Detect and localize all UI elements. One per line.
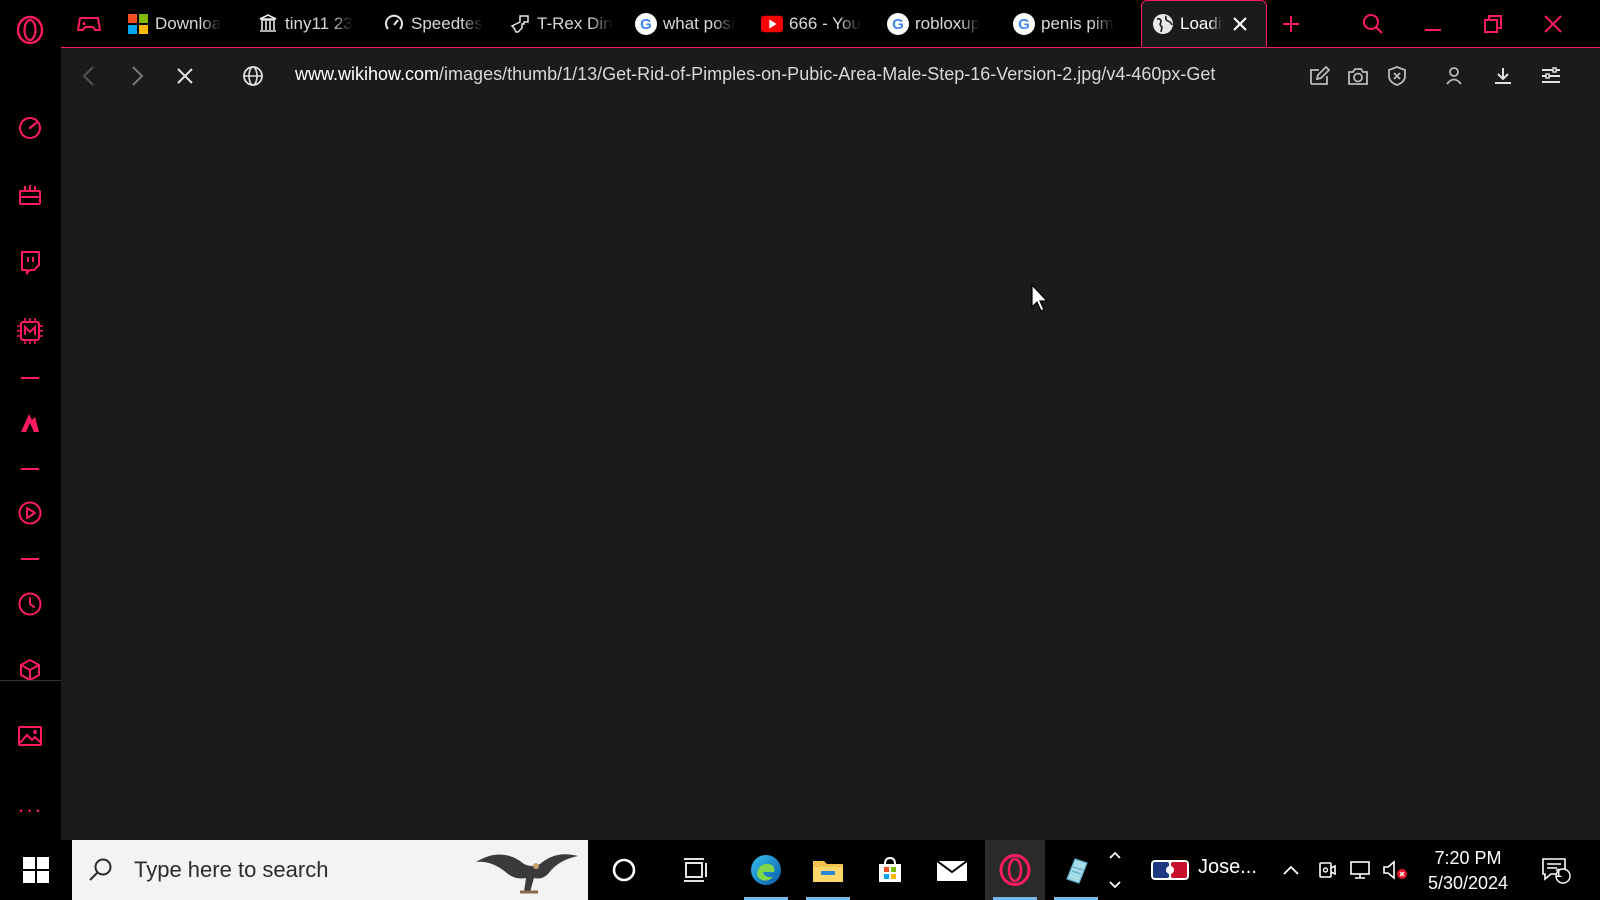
opera-logo-icon[interactable] <box>10 10 50 50</box>
clock-date: 5/30/2024 <box>1427 873 1509 893</box>
sidebar-separator <box>21 468 39 470</box>
page-content-area[interactable] <box>61 105 1600 840</box>
cortana-icon[interactable] <box>594 840 654 900</box>
address-bar: www.wikihow.com/images/thumb/1/13/Get-Ri… <box>61 47 1600 105</box>
minimize-button[interactable] <box>1411 0 1455 47</box>
history-icon[interactable] <box>10 584 50 624</box>
taskbar-user-label[interactable]: Jose... <box>1198 856 1257 879</box>
tab-label: 666 - You <box>789 13 861 33</box>
tab[interactable]: Speedtes <box>383 0 503 47</box>
trex-icon <box>509 13 531 35</box>
taskbar-clock[interactable]: 7:20 PM 5/30/2024 <box>1408 846 1528 896</box>
google-icon: G <box>635 12 657 35</box>
tab-label: tiny11 23 <box>285 13 353 33</box>
youtube-icon <box>761 13 783 35</box>
notification-center-icon[interactable]: 1 <box>1536 854 1576 886</box>
sidebar-separator <box>21 377 39 379</box>
wallpaper-icon[interactable] <box>10 716 50 756</box>
microsoft-logo-icon <box>127 13 149 35</box>
file-explorer-icon[interactable] <box>798 840 858 900</box>
url-field[interactable]: www.wikihow.com/images/thumb/1/13/Get-Ri… <box>295 64 1371 90</box>
tab[interactable]: G penis pim <box>1013 0 1133 47</box>
edit-snapshot-icon[interactable] <box>1301 58 1337 94</box>
ad-blocker-icon[interactable] <box>1379 58 1415 94</box>
camera-tray-icon[interactable] <box>1312 854 1342 886</box>
tab-bar: Downloa tiny11 23 Speedtes T-Rex Din G w… <box>61 0 1600 47</box>
tab[interactable]: Downloa <box>127 0 247 47</box>
speedtest-icon <box>383 13 405 35</box>
camera-snapshot-icon[interactable] <box>1340 58 1376 94</box>
back-button[interactable] <box>69 56 109 96</box>
microsoft-store-icon[interactable] <box>860 840 920 900</box>
edge-browser-icon[interactable] <box>736 840 796 900</box>
task-view-icon[interactable] <box>666 840 726 900</box>
tab[interactable]: T-Rex Din <box>509 0 629 47</box>
restore-button[interactable] <box>1471 0 1515 47</box>
tab-active[interactable]: Loadi <box>1141 0 1267 47</box>
taskbar-scroll-arrows[interactable] <box>1100 840 1130 900</box>
sidebar: ··· <box>0 0 61 840</box>
mail-icon[interactable] <box>922 840 982 900</box>
tab-label: Speedtes <box>411 13 483 33</box>
tab[interactable]: G robloxup <box>887 0 1007 47</box>
close-window-button[interactable] <box>1531 0 1575 47</box>
player-icon[interactable] <box>10 493 50 533</box>
windows-start-button[interactable] <box>0 840 72 900</box>
sidebar-separator <box>21 558 39 560</box>
taskbar-search-box[interactable]: Type here to search <box>72 840 588 900</box>
gx-menu-icon[interactable] <box>65 0 113 47</box>
network-icon[interactable] <box>1346 854 1376 886</box>
tab-label: robloxup <box>915 13 981 33</box>
mlb-app-icon[interactable] <box>1150 854 1190 886</box>
tab-label: Downloa <box>155 13 222 33</box>
extensions-box-icon[interactable] <box>10 650 50 690</box>
download-icon[interactable] <box>1485 58 1521 94</box>
new-tab-button[interactable] <box>1269 0 1313 47</box>
tab-label: T-Rex Din <box>537 13 613 33</box>
notepad-app-icon[interactable] <box>1046 840 1106 900</box>
show-hidden-icons-chevron-icon[interactable] <box>1276 854 1306 886</box>
tab-label: what posi <box>663 13 735 33</box>
tab[interactable]: 666 - You <box>761 0 881 47</box>
globe-icon <box>1152 13 1174 35</box>
windows-taskbar: Type here to search Jose... 7:20 PM 5/30… <box>0 840 1600 900</box>
sidebar-more-button[interactable]: ··· <box>10 790 50 830</box>
tab-label: Loadi <box>1180 14 1222 33</box>
search-icon <box>88 857 114 883</box>
forward-button[interactable] <box>117 56 157 96</box>
easy-setup-menu-icon[interactable] <box>1533 58 1569 94</box>
url-host: www.wikihow.com <box>295 64 440 84</box>
svg-text:G: G <box>892 16 904 33</box>
search-highlight-bird-image <box>472 844 582 900</box>
notification-count-badge: 1 <box>1555 866 1562 880</box>
mouse-cursor-icon <box>1030 283 1050 318</box>
archive-icon <box>257 13 279 35</box>
gx-control-icon[interactable] <box>10 311 50 351</box>
volume-muted-icon[interactable] <box>1380 854 1410 886</box>
tab-label: penis pim <box>1041 13 1114 33</box>
screen: ··· Downloa tiny11 23 Speedtes T-Rex Din… <box>0 0 1600 900</box>
speedometer-icon[interactable] <box>10 108 50 148</box>
stop-loading-button[interactable] <box>165 56 205 96</box>
opera-gx-taskbar-icon[interactable] <box>985 840 1045 900</box>
search-placeholder: Type here to search <box>134 857 329 882</box>
clock-time: 7:20 PM <box>1434 848 1502 868</box>
tab-search-icon[interactable] <box>1351 0 1395 47</box>
close-tab-icon[interactable] <box>1232 16 1248 32</box>
site-info-globe-icon[interactable] <box>233 56 273 96</box>
twitch-icon[interactable] <box>10 242 50 282</box>
svg-text:G: G <box>640 16 652 33</box>
gx-corner-icon[interactable] <box>10 175 50 215</box>
tab[interactable]: tiny11 23 <box>257 0 377 47</box>
url-path: /images/thumb/1/13/Get-Rid-of-Pimples-on… <box>439 64 1216 84</box>
svg-text:G: G <box>1018 16 1030 33</box>
account-icon[interactable] <box>1436 58 1472 94</box>
google-icon: G <box>887 12 909 35</box>
google-icon: G <box>1013 12 1035 35</box>
tab[interactable]: G what posi <box>635 0 755 47</box>
sidebar-divider <box>0 680 61 681</box>
flame-icon[interactable] <box>10 403 50 443</box>
